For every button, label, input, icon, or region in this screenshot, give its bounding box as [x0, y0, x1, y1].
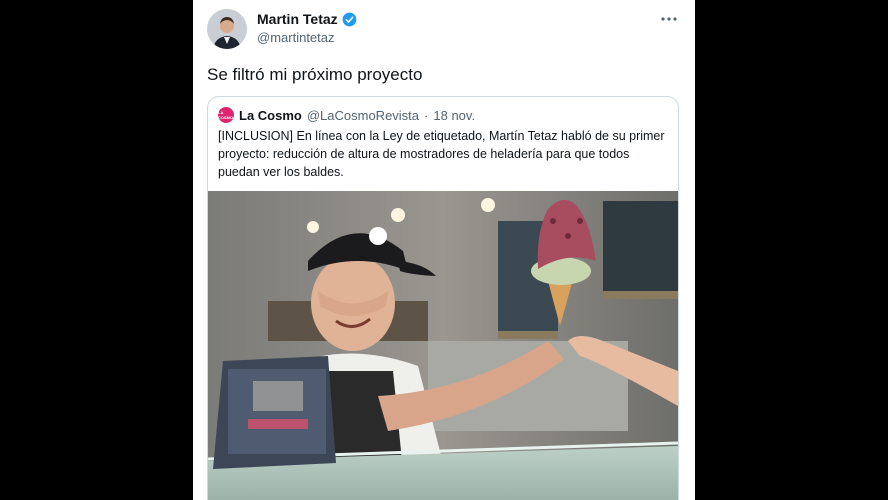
logo-text: LA COSMO [218, 110, 234, 120]
author-handle[interactable]: @martintetaz [257, 30, 335, 45]
tweet-text: Se filtró mi próximo proyecto [207, 65, 423, 84]
tweet-card: Martin Tetaz @martintetaz Se filtró mi p… [193, 0, 695, 500]
more-options-icon[interactable] [661, 12, 677, 24]
author-avatar[interactable] [207, 9, 247, 49]
verified-badge-icon [342, 12, 357, 27]
quoted-tweet[interactable]: LA COSMO La Cosmo @LaCosmoRevista · 18 n… [207, 96, 679, 500]
quoted-author-handle[interactable]: @LaCosmoRevista [307, 108, 419, 123]
quoted-tweet-text: [INCLUSION] En línea con la Ley de etiqu… [218, 129, 665, 179]
quoted-author-name[interactable]: La Cosmo [239, 108, 302, 123]
quoted-photo[interactable] [208, 191, 678, 500]
author-name[interactable]: Martin Tetaz [257, 11, 338, 27]
separator-dot: · [424, 107, 429, 123]
author-name-row: Martin Tetaz [257, 11, 357, 27]
la-cosmo-logo-icon: LA COSMO [218, 107, 234, 123]
quoted-date[interactable]: 18 nov. [433, 108, 475, 123]
quoted-tweet-header: LA COSMO La Cosmo @LaCosmoRevista · 18 n… [218, 107, 475, 123]
